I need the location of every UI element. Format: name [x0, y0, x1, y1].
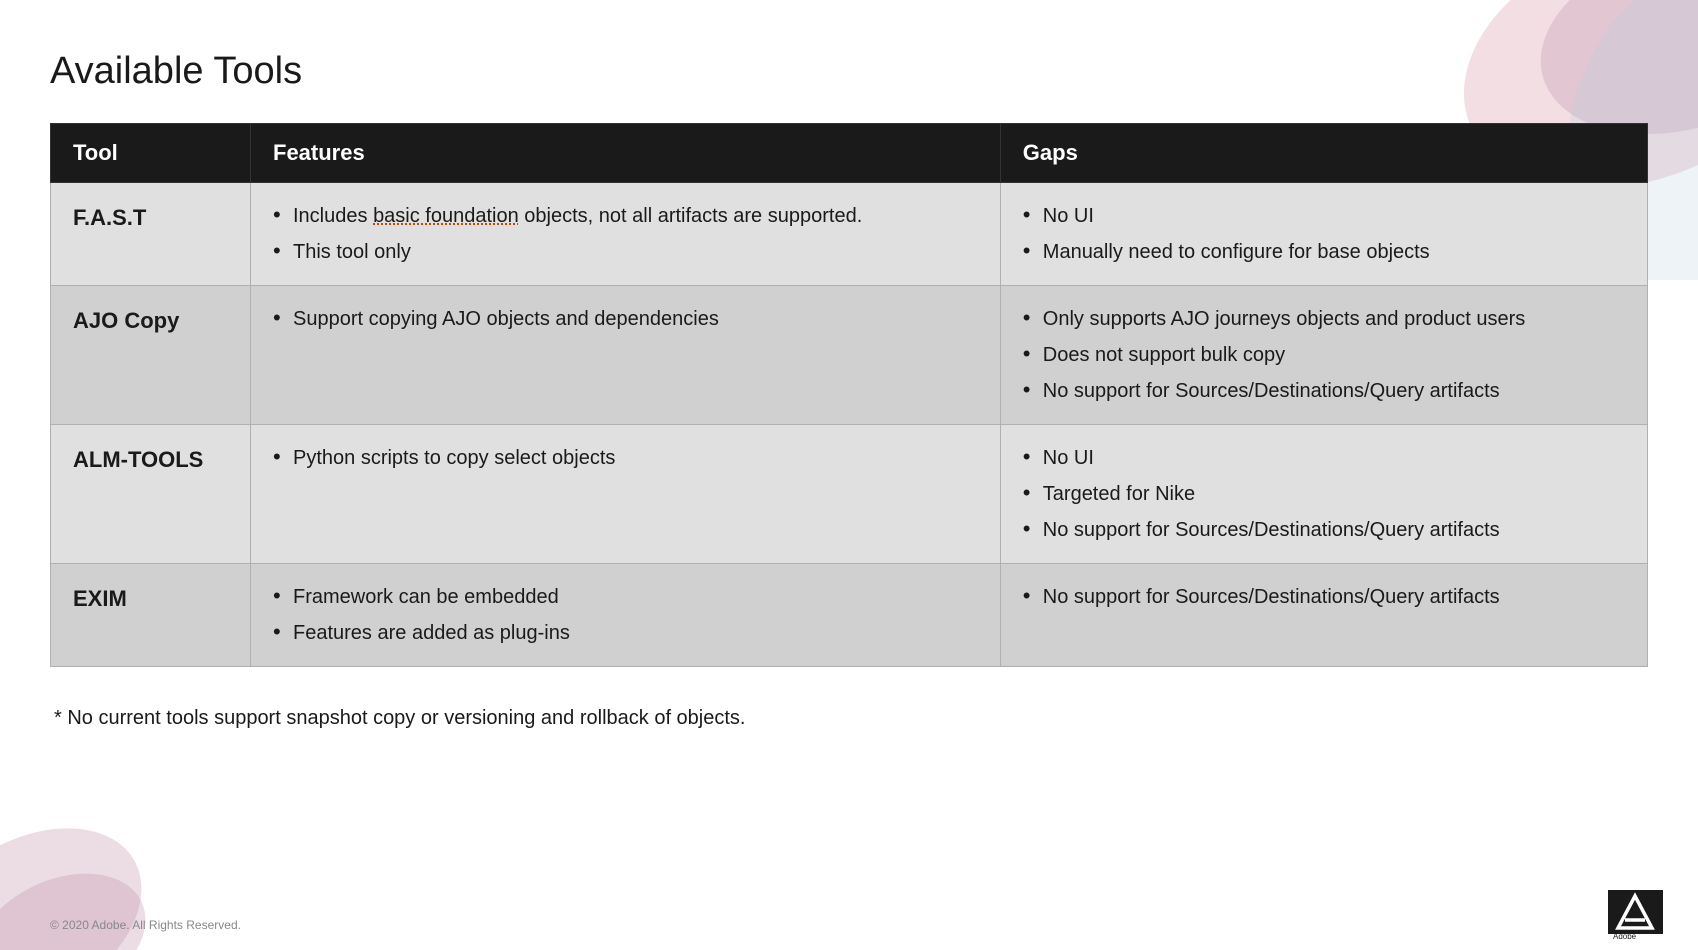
list-item: Features are added as plug-ins — [273, 618, 978, 648]
list-item: Framework can be embedded — [273, 582, 978, 612]
main-content: Available Tools Tool Features Gaps F.A.S… — [0, 0, 1698, 760]
tool-name-fast: F.A.S.T — [51, 183, 251, 286]
list-item: Includes basic foundation objects, not a… — [273, 201, 978, 231]
list-item: Targeted for Nike — [1023, 479, 1625, 509]
copyright-text: © 2020 Adobe. All Rights Reserved. — [50, 918, 241, 932]
tools-table: Tool Features Gaps F.A.S.T Includes basi… — [50, 123, 1648, 667]
gaps-fast: No UI Manually need to configure for bas… — [1000, 183, 1647, 286]
table-row: EXIM Framework can be embedded Features … — [51, 564, 1648, 667]
col-header-features: Features — [251, 124, 1001, 183]
list-item: Support copying AJO objects and dependen… — [273, 304, 978, 334]
list-item: This tool only — [273, 237, 978, 267]
list-item: Python scripts to copy select objects — [273, 443, 978, 473]
table-row: AJO Copy Support copying AJO objects and… — [51, 286, 1648, 425]
list-item: No support for Sources/Destinations/Quer… — [1023, 376, 1625, 406]
tool-name-alm: ALM-TOOLS — [51, 425, 251, 564]
table-row: F.A.S.T Includes basic foundation object… — [51, 183, 1648, 286]
features-alm: Python scripts to copy select objects — [251, 425, 1001, 564]
gaps-exim: No support for Sources/Destinations/Quer… — [1000, 564, 1647, 667]
list-item: No support for Sources/Destinations/Quer… — [1023, 582, 1625, 612]
features-list: Includes basic foundation objects, not a… — [273, 201, 978, 267]
features-exim: Framework can be embedded Features are a… — [251, 564, 1001, 667]
col-header-tool: Tool — [51, 124, 251, 183]
features-ajo: Support copying AJO objects and dependen… — [251, 286, 1001, 425]
col-header-gaps: Gaps — [1000, 124, 1647, 183]
list-item: No UI — [1023, 443, 1625, 473]
list-item: No UI — [1023, 201, 1625, 231]
underline-text: basic foundation — [373, 205, 519, 227]
features-list: Support copying AJO objects and dependen… — [273, 304, 978, 334]
adobe-logo: Adobe — [1608, 890, 1668, 940]
features-list: Framework can be embedded Features are a… — [273, 582, 978, 648]
tool-name-ajo: AJO Copy — [51, 286, 251, 425]
features-list: Python scripts to copy select objects — [273, 443, 978, 473]
list-item: No support for Sources/Destinations/Quer… — [1023, 515, 1625, 545]
gaps-list: No support for Sources/Destinations/Quer… — [1023, 582, 1625, 612]
footnote-text: * No current tools support snapshot copy… — [50, 707, 1648, 730]
page-title: Available Tools — [50, 50, 1648, 93]
svg-text:Adobe: Adobe — [1613, 932, 1637, 940]
features-fast: Includes basic foundation objects, not a… — [251, 183, 1001, 286]
gaps-list: Only supports AJO journeys objects and p… — [1023, 304, 1625, 406]
tool-name-exim: EXIM — [51, 564, 251, 667]
table-row: ALM-TOOLS Python scripts to copy select … — [51, 425, 1648, 564]
list-item: Only supports AJO journeys objects and p… — [1023, 304, 1625, 334]
gaps-list: No UI Manually need to configure for bas… — [1023, 201, 1625, 267]
list-item: Manually need to configure for base obje… — [1023, 237, 1625, 267]
table-header-row: Tool Features Gaps — [51, 124, 1648, 183]
list-item: Does not support bulk copy — [1023, 340, 1625, 370]
gaps-list: No UI Targeted for Nike No support for S… — [1023, 443, 1625, 545]
gaps-alm: No UI Targeted for Nike No support for S… — [1000, 425, 1647, 564]
gaps-ajo: Only supports AJO journeys objects and p… — [1000, 286, 1647, 425]
